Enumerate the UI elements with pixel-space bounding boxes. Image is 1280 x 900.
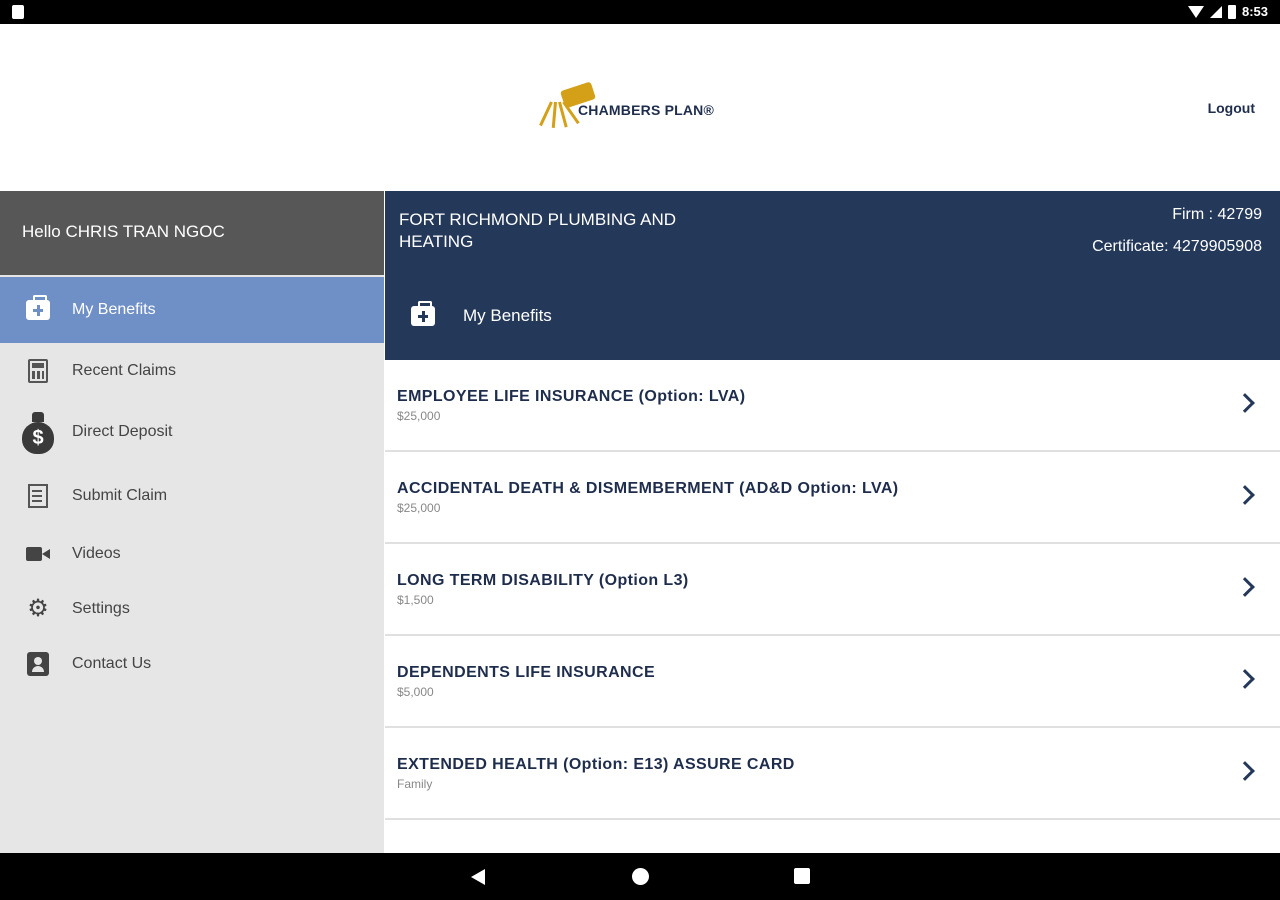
- chambers-plan-logo: CHAMBERS PLAN®: [539, 81, 715, 130]
- gear-icon: ⚙: [27, 594, 49, 622]
- status-bar: 8:53: [0, 0, 1280, 24]
- sidebar-item-recent-claims[interactable]: Recent Claims: [0, 343, 384, 398]
- app-header: CHAMBERS PLAN® Logout: [0, 24, 1280, 191]
- benefit-title: ACCIDENTAL DEATH & DISMEMBERMENT (AD&D O…: [397, 480, 899, 497]
- sidebar-item-my-benefits[interactable]: My Benefits: [0, 277, 384, 343]
- sidebar-item-label: Contact Us: [72, 654, 152, 672]
- benefit-value: $25,000: [397, 501, 441, 515]
- benefit-value: $5,000: [397, 685, 434, 699]
- sidebar-item-settings[interactable]: ⚙ Settings: [0, 581, 384, 636]
- benefit-row[interactable]: LONG TERM DISABILITY (Option L3) $1,500: [385, 544, 1280, 636]
- video-camera-icon: [22, 538, 54, 570]
- sidebar: Hello CHRIS TRAN NGOC My Benefits Recent…: [0, 191, 384, 853]
- benefit-value: $1,500: [397, 593, 434, 607]
- sim-card-icon: [12, 5, 24, 19]
- certificate-number: Certificate: 4279905908: [1092, 238, 1262, 255]
- firm-header: FORT RICHMOND PLUMBING AND HEATING Firm …: [385, 191, 1280, 360]
- wifi-icon: [1187, 5, 1204, 18]
- benefit-row[interactable]: EMPLOYEE LIFE INSURANCE (Option: LVA) $2…: [385, 360, 1280, 452]
- sidebar-item-label: Direct Deposit: [72, 423, 173, 440]
- benefit-value: $25,000: [397, 409, 441, 423]
- main-panel: FORT RICHMOND PLUMBING AND HEATING Firm …: [385, 191, 1280, 853]
- medkit-icon: [411, 301, 435, 326]
- section-title-label: My Benefits: [463, 306, 552, 325]
- battery-icon: [1227, 4, 1236, 19]
- system-nav-bar: [0, 853, 1280, 900]
- user-greeting: Hello CHRIS TRAN NGOC: [0, 191, 384, 275]
- signal-icon: [1209, 5, 1222, 18]
- benefit-title: EMPLOYEE LIFE INSURANCE (Option: LVA): [397, 388, 746, 405]
- benefit-row[interactable]: EXTENDED HEALTH (Option: E13) ASSURE CAR…: [385, 728, 1280, 820]
- status-time: 8:53: [1241, 4, 1268, 19]
- firm-number: Firm : 42799: [1172, 206, 1262, 223]
- money-bag-icon: $: [22, 412, 54, 454]
- sidebar-item-label: Settings: [72, 599, 130, 617]
- back-icon[interactable]: [471, 869, 485, 885]
- document-icon: [22, 480, 54, 512]
- logo-text: CHAMBERS PLAN®: [578, 102, 715, 118]
- sidebar-item-videos[interactable]: Videos: [0, 526, 384, 581]
- sidebar-item-label: Videos: [72, 544, 121, 562]
- logo-mark-icon: [539, 81, 596, 130]
- calculator-icon: [22, 355, 54, 387]
- status-icons: 8:53: [1187, 4, 1268, 19]
- sidebar-item-submit-claim[interactable]: Submit Claim: [0, 466, 384, 526]
- sidebar-item-contact-us[interactable]: Contact Us: [0, 636, 384, 691]
- recent-apps-icon[interactable]: [794, 868, 810, 884]
- contact-card-icon: [22, 648, 54, 680]
- medkit-icon: [22, 294, 54, 326]
- benefit-title: EXTENDED HEALTH (Option: E13) ASSURE CAR…: [397, 756, 795, 773]
- benefit-row[interactable]: DEPENDENTS LIFE INSURANCE $5,000: [385, 636, 1280, 728]
- benefit-value: Family: [397, 777, 433, 791]
- sidebar-item-direct-deposit[interactable]: $ Direct Deposit: [0, 398, 384, 466]
- sidebar-item-label: My Benefits: [72, 301, 156, 318]
- benefit-title: DEPENDENTS LIFE INSURANCE: [397, 664, 656, 681]
- sidebar-item-label: Recent Claims: [72, 361, 177, 379]
- sidebar-item-label: Submit Claim: [72, 487, 168, 504]
- benefit-row[interactable]: ACCIDENTAL DEATH & DISMEMBERMENT (AD&D O…: [385, 452, 1280, 544]
- firm-info: Firm : 42799 Certificate: 4279905908: [1092, 199, 1262, 263]
- section-title: My Benefits: [411, 301, 552, 326]
- home-icon[interactable]: [632, 868, 649, 885]
- firm-name: FORT RICHMOND PLUMBING AND HEATING: [399, 210, 677, 251]
- benefit-title: LONG TERM DISABILITY (Option L3): [397, 572, 689, 589]
- logout-button[interactable]: Logout: [1208, 100, 1255, 116]
